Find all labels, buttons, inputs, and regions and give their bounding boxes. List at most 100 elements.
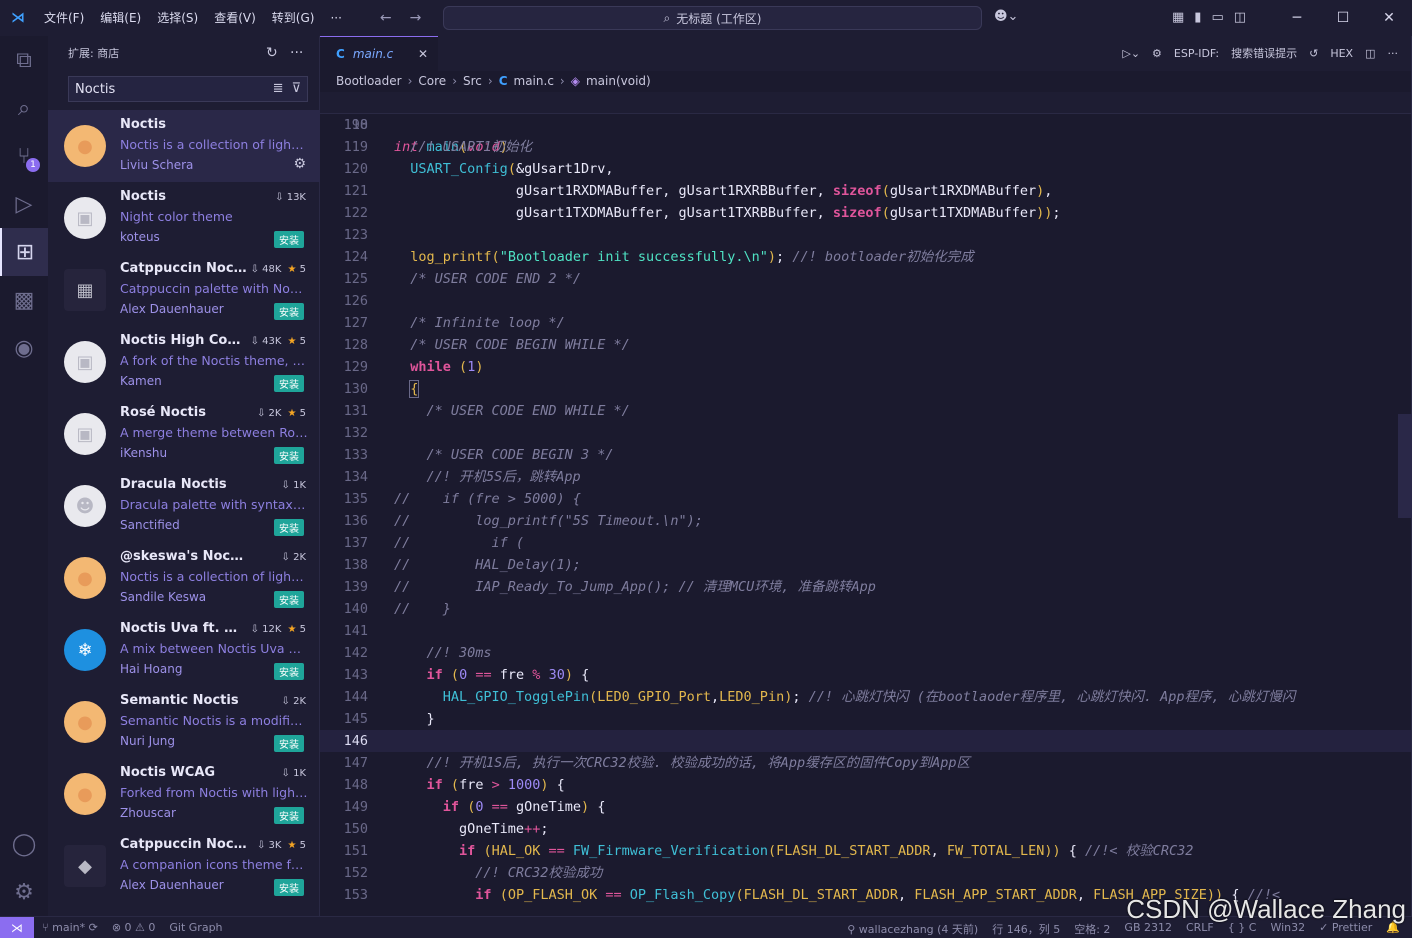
install-button[interactable]: 安装	[274, 231, 304, 248]
extension-item[interactable]: ◆ Catppuccin Noctis ... A companion icons …	[48, 830, 320, 902]
back-arrow-icon[interactable]: ←	[380, 10, 392, 26]
install-button[interactable]: 安装	[274, 519, 304, 536]
download-count-value: 13K	[286, 192, 306, 203]
install-button[interactable]: 安装	[274, 663, 304, 680]
tab-close-icon[interactable]: ✕	[418, 47, 428, 61]
extension-item[interactable]: ▦ Catppuccin Noctis Catppuccin palette wit…	[48, 254, 320, 326]
placeholder-icon: ▣	[64, 341, 106, 383]
code-line-149: 149 if (0 == gOneTime) {	[343, 799, 606, 815]
menu-file[interactable]: 文件(F)	[36, 0, 92, 36]
clear-filter-icon[interactable]: ≣	[273, 81, 284, 96]
breadcrumb-item[interactable]: main(void)	[586, 74, 651, 88]
download-count: ⇩ 2K	[282, 552, 306, 563]
hex-button[interactable]: HEX	[1330, 47, 1353, 60]
breadcrumb-item[interactable]: Src	[463, 74, 482, 88]
download-count: ⇩ 1K	[282, 480, 306, 491]
settings-gear-icon[interactable]: ⚙	[1152, 47, 1162, 60]
download-count-value: 12K	[262, 624, 282, 635]
forward-arrow-icon[interactable]: →	[410, 10, 422, 26]
rating-value: 5	[299, 840, 306, 851]
extension-item[interactable]: ● @skeswa's Noctis Noctis is a collection …	[48, 542, 320, 614]
code-line-145: 145 }	[343, 711, 435, 727]
breadcrumb-item[interactable]: Core	[418, 74, 446, 88]
maximize-icon[interactable]: ☐	[1320, 10, 1366, 26]
run-icon[interactable]: ▷⌄	[1122, 47, 1140, 60]
tab-main-c[interactable]: C main.c ✕	[320, 36, 438, 71]
git-graph-button[interactable]: Git Graph	[169, 921, 222, 934]
code-line-133: 133 /* USER CODE BEGIN 3 */	[343, 447, 614, 463]
copilot-icon[interactable]: ☻⌄	[994, 9, 1018, 24]
run-debug-icon[interactable]: ▷	[0, 180, 48, 228]
install-button[interactable]: 安装	[274, 375, 304, 392]
chip-icon[interactable]: ▩	[0, 276, 48, 324]
extension-item[interactable]: ▣ Noctis High Contr... A fork of the Nocti…	[48, 326, 320, 398]
install-button[interactable]: 安装	[274, 303, 304, 320]
install-button[interactable]: 安装	[274, 447, 304, 464]
breadcrumb-item[interactable]: main.c	[514, 74, 554, 88]
menu-selection[interactable]: 选择(S)	[149, 0, 206, 36]
layout-customize-icon[interactable]: ▦	[1172, 10, 1184, 25]
editor-scrollbar-thumb[interactable]	[1398, 414, 1412, 518]
extension-stats: ⇩ 3K ★ 5	[257, 840, 306, 851]
menu-go[interactable]: 转到(G)	[264, 0, 323, 36]
code-editor[interactable]: 90 int main(void) 118 119 //! USART1初始化 …	[320, 92, 1412, 906]
search-error-hint[interactable]: 搜索错误提示	[1231, 45, 1297, 61]
install-button[interactable]: 安装	[274, 807, 304, 824]
command-center[interactable]: ⌕ 无标题 (工作区)	[443, 6, 982, 30]
more-actions-icon[interactable]: ···	[290, 45, 303, 61]
menu-edit[interactable]: 编辑(E)	[92, 0, 149, 36]
source-control-icon[interactable]: ⑂ 1	[0, 132, 48, 180]
toggle-sidebar-icon[interactable]: ▮	[1194, 10, 1201, 25]
extension-item[interactable]: ▣ Noctis Night color theme koteus ⇩ 13K 安装	[48, 182, 320, 254]
placeholder-icon: ▣	[64, 197, 106, 239]
code-line-132: 132	[343, 425, 368, 441]
filter-icon[interactable]: ⊽	[291, 81, 301, 96]
install-button[interactable]: 安装	[274, 879, 304, 896]
c-file-icon: C	[336, 47, 345, 61]
code-line-148: 148 if (fre > 1000) {	[343, 777, 565, 793]
extension-item[interactable]: ▣ Rosé Noctis A merge theme between Rosé .…	[48, 398, 320, 470]
extension-name: Noctis	[120, 189, 166, 204]
cursor-position[interactable]: 行 146，列 5	[992, 921, 1060, 937]
extension-item[interactable]: ● Semantic Noctis Semantic Noctis is a mod…	[48, 686, 320, 758]
refresh-icon[interactable]: ↻	[266, 45, 278, 61]
install-button[interactable]: 安装	[274, 591, 304, 608]
toggle-secondary-sidebar-icon[interactable]: ◫	[1234, 10, 1246, 25]
title-bar: ⋊ 文件(F) 编辑(E) 选择(S) 查看(V) 转到(G) ··· ← → …	[0, 0, 1412, 36]
extension-search-input[interactable]: Noctis ≣ ⊽	[68, 76, 308, 102]
explorer-icon[interactable]: ⧉	[0, 36, 48, 84]
problems-indicator[interactable]: ⊗ 0 ⚠ 0	[112, 921, 156, 934]
indentation[interactable]: 空格: 2	[1074, 921, 1110, 937]
extension-item[interactable]: ☻ Dracula Noctis Dracula palette with synt…	[48, 470, 320, 542]
close-icon[interactable]: ✕	[1366, 10, 1412, 26]
esp-idf-label: ESP-IDF:	[1173, 46, 1220, 60]
git-branch[interactable]: ⑂ main* ⟳	[42, 921, 98, 934]
git-blame[interactable]: ⚲ wallacezhang (4 天前)	[847, 921, 978, 937]
extension-author: Sandile Keswa	[120, 590, 207, 604]
extension-description: Noctis is a collection of light &...	[120, 569, 308, 584]
code-line-144: 144 HAL_GPIO_TogglePin(LED0_GPIO_Port,LE…	[343, 689, 1296, 705]
install-button[interactable]: 安装	[274, 735, 304, 752]
extension-author: Alex Dauenhauer	[120, 878, 224, 892]
toggle-panel-icon[interactable]: ▭	[1211, 10, 1223, 25]
remote-indicator-icon[interactable]: ⋊	[0, 917, 34, 938]
cloud-download-icon: ⇩	[281, 696, 294, 707]
code-line-124: 124 log_printf("Bootloader init successf…	[343, 249, 974, 265]
editor-more-icon[interactable]: ···	[1388, 47, 1399, 60]
breadcrumb-item[interactable]: Bootloader	[336, 74, 402, 88]
extension-item[interactable]: ● Noctis Noctis is a collection of light &…	[48, 110, 320, 182]
extensions-icon[interactable]: ⊞	[0, 228, 48, 276]
account-icon[interactable]: ◯	[0, 820, 48, 868]
espressif-icon[interactable]: ◉	[0, 324, 48, 372]
extension-name: Catppuccin Noctis ...	[120, 837, 248, 852]
minimize-icon[interactable]: ─	[1274, 10, 1320, 26]
manage-gear-icon[interactable]: ⚙	[0, 868, 48, 916]
extension-item[interactable]: ● Noctis WCAG Forked from Noctis with ligh…	[48, 758, 320, 830]
split-editor-icon[interactable]: ◫	[1365, 47, 1375, 60]
menu-more[interactable]: ···	[322, 0, 349, 36]
history-icon[interactable]: ↺	[1309, 47, 1318, 60]
search-view-icon[interactable]: ⌕	[0, 84, 48, 132]
manage-extension-gear-icon[interactable]: ⚙	[293, 156, 306, 172]
menu-view[interactable]: 查看(V)	[206, 0, 264, 36]
extension-item[interactable]: ❄ Noctis Uva ft. Wi... A mix between Nocti…	[48, 614, 320, 686]
